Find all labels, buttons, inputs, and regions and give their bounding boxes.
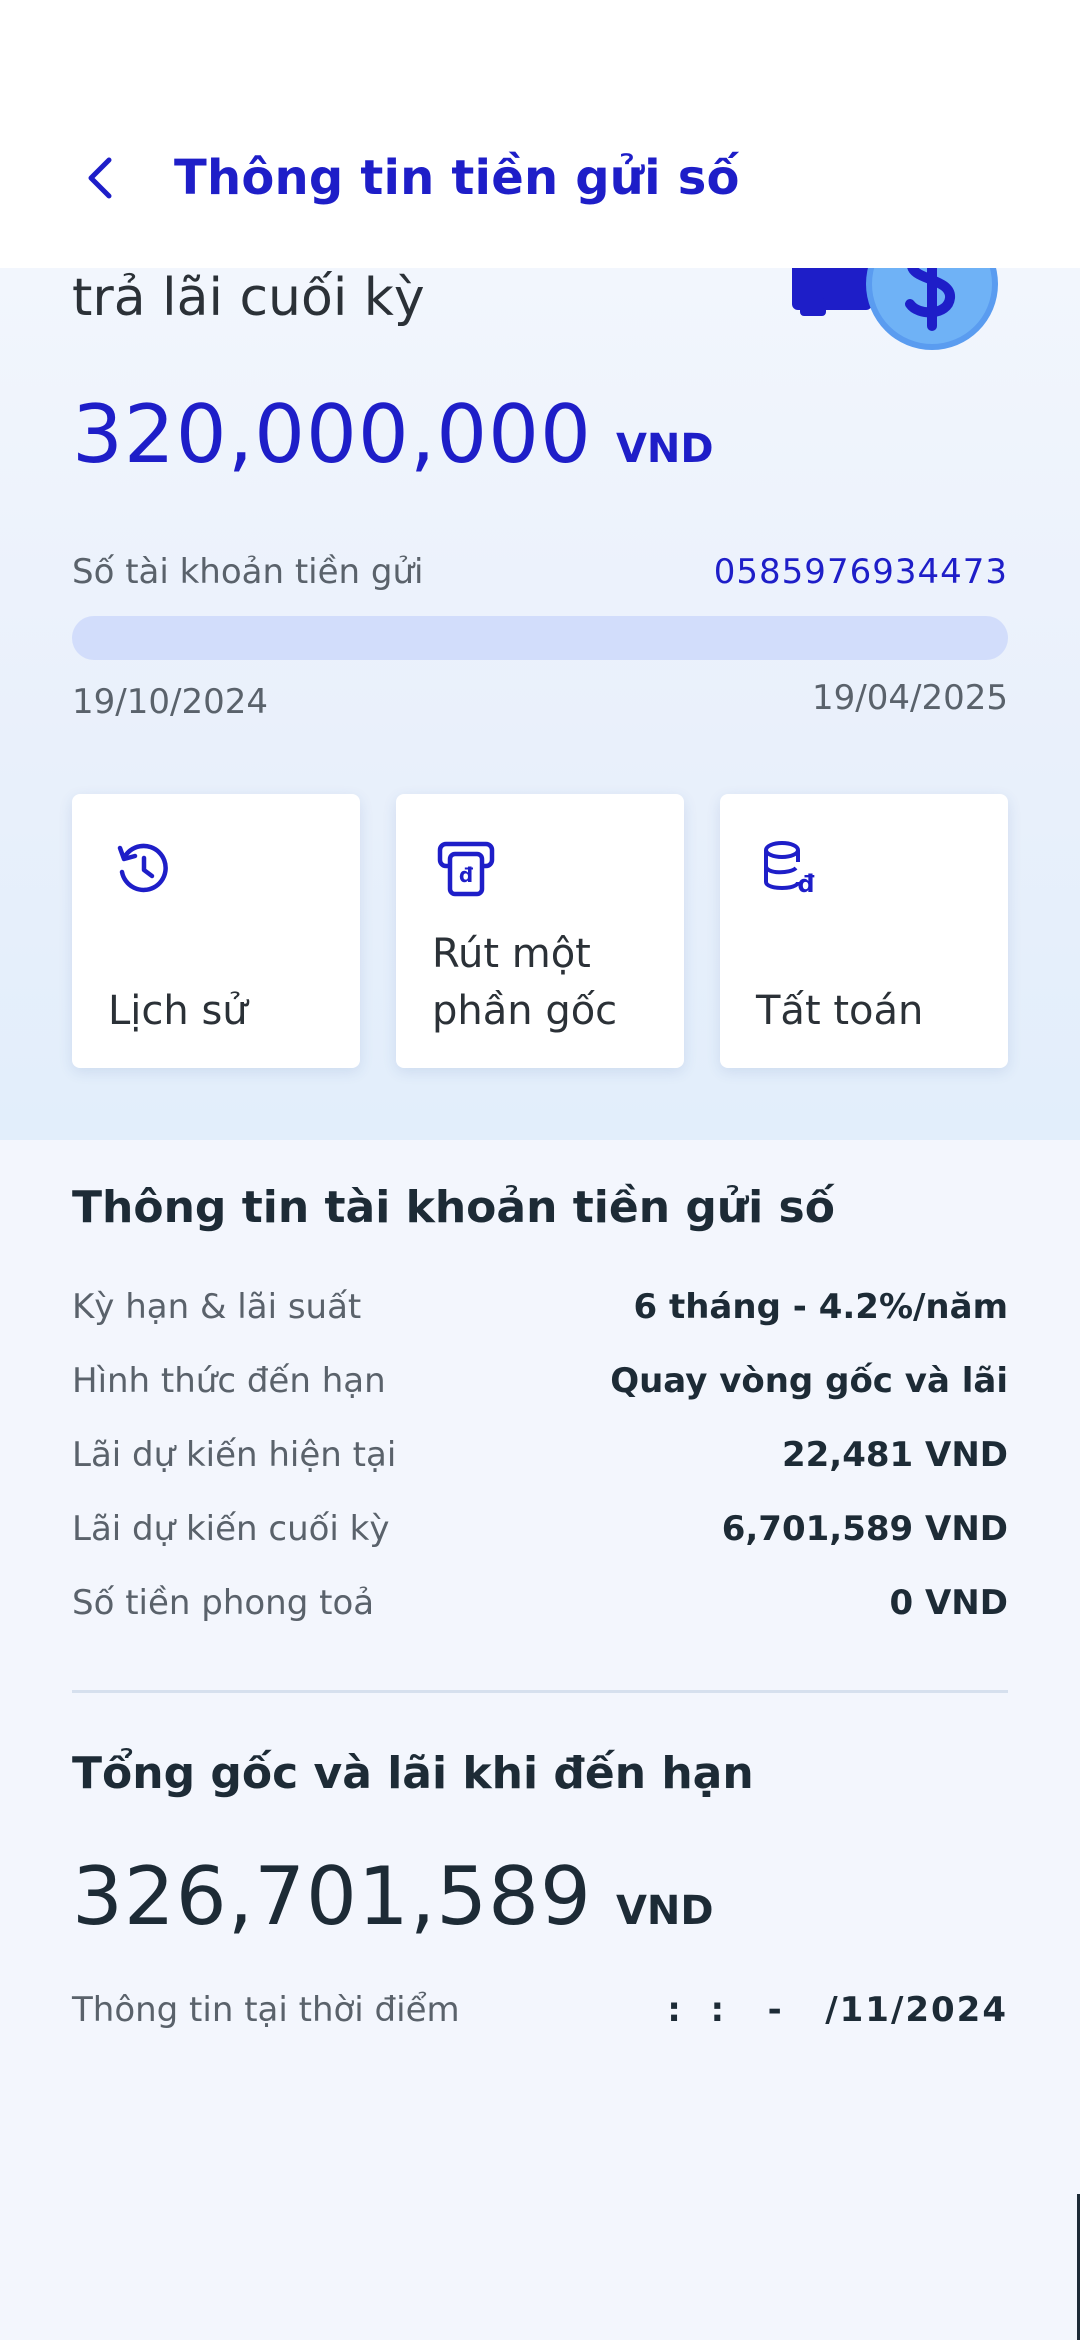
info-row-term-rate: Kỳ hạn & lãi suất 6 tháng - 4.2%/năm — [72, 1270, 1008, 1344]
total-amount-currency: VND — [615, 1888, 714, 1934]
term-progress-bar — [72, 616, 1008, 660]
info-label: Lãi dự kiến cuối kỳ — [72, 1509, 390, 1549]
info-value: 6 tháng - 4.2%/năm — [633, 1287, 1008, 1327]
info-value: Quay vòng gốc và lãi — [610, 1361, 1008, 1401]
section-divider — [72, 1690, 1008, 1693]
account-number-value[interactable]: 0585976934473 — [714, 552, 1008, 592]
settle-label: Tất toán — [756, 988, 924, 1034]
info-label: Lãi dự kiến hiện tại — [72, 1435, 397, 1475]
info-value: 0 VND — [889, 1583, 1009, 1623]
info-value: 22,481 VND — [781, 1435, 1008, 1475]
account-info-list: Kỳ hạn & lãi suất 6 tháng - 4.2%/năm Hìn… — [72, 1270, 1008, 1640]
info-row-blocked-amount: Số tiền phong toả 0 VND — [72, 1566, 1008, 1640]
product-name: trả lãi cuối kỳ — [72, 268, 425, 328]
history-icon — [117, 843, 168, 893]
partial-withdraw-label: Rút một phần gốc — [432, 931, 618, 1034]
term-start-date: 19/10/2024 — [72, 682, 268, 722]
info-row-final-interest: Lãi dự kiến cuối kỳ 6,701,589 VND — [72, 1492, 1008, 1566]
info-row-current-interest: Lãi dự kiến hiện tại 22,481 VND — [72, 1418, 1008, 1492]
info-label: Số tiền phong toả — [72, 1583, 375, 1623]
info-row-maturity-type: Hình thức đến hạn Quay vòng gốc và lãi — [72, 1344, 1008, 1418]
deposit-amount: 320,000,000 VND — [72, 388, 714, 481]
deposit-summary-card: trả lãi cuối kỳ 320,000,000 VND Số tài k… — [0, 268, 1080, 1140]
info-value: 6,701,589 VND — [721, 1509, 1008, 1549]
database-dong-icon: đ — [764, 841, 815, 898]
snapshot-time: : : - /11/2024 — [667, 1990, 1008, 2030]
total-title: Tổng gốc và lãi khi đến hạn — [72, 1748, 754, 1799]
deposit-amount-currency: VND — [615, 426, 714, 472]
total-amount-value: 326,701,589 — [72, 1850, 592, 1943]
top-app-bar: Thông tin tiền gửi số — [0, 0, 1080, 268]
history-button[interactable]: Lịch sử — [72, 794, 360, 1068]
account-info-title: Thông tin tài khoản tiền gửi số — [72, 1182, 835, 1233]
snapshot-label: Thông tin tại thời điểm — [72, 1990, 460, 2030]
partial-withdraw-button[interactable]: đ Rút một phần gốc — [396, 794, 684, 1068]
dollar-coin-icon — [792, 268, 998, 350]
account-number-label: Số tài khoản tiền gửi — [72, 552, 424, 592]
settle-button[interactable]: đ Tất toán — [720, 794, 1008, 1068]
history-label: Lịch sử — [108, 988, 248, 1034]
atm-withdraw-icon: đ — [437, 841, 495, 897]
chevron-left-icon — [88, 157, 112, 199]
back-button[interactable] — [72, 150, 128, 206]
svg-text:đ: đ — [459, 863, 474, 887]
term-end-date: 19/04/2025 — [812, 678, 1008, 718]
svg-text:đ: đ — [797, 870, 814, 898]
page-title: Thông tin tiền gửi số — [174, 150, 740, 206]
info-label: Hình thức đến hạn — [72, 1361, 386, 1401]
total-amount: 326,701,589 VND — [72, 1850, 714, 1943]
deposit-amount-value: 320,000,000 — [72, 388, 592, 481]
action-cards: Lịch sử đ Rút một phần gốc đ Tất toán — [72, 794, 1008, 1068]
info-label: Kỳ hạn & lãi suất — [72, 1287, 362, 1327]
